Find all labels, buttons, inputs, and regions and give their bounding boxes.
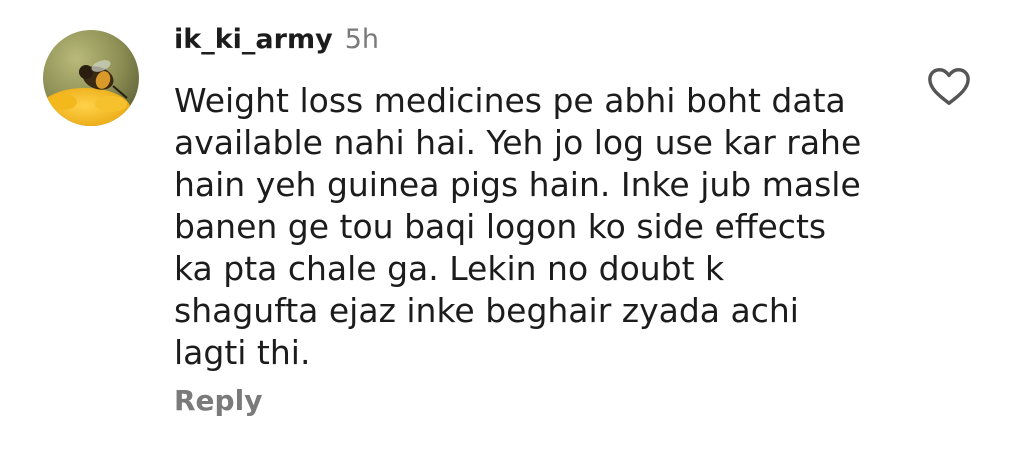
reply-button[interactable]: Reply xyxy=(174,384,262,417)
like-button[interactable] xyxy=(926,64,972,108)
avatar[interactable] xyxy=(43,30,139,126)
timestamp: 5h xyxy=(344,24,379,55)
heart-outline-icon xyxy=(928,68,970,105)
comment-header: ik_ki_army 5h xyxy=(174,24,379,64)
username[interactable]: ik_ki_army xyxy=(174,24,333,55)
bee-on-flower-avatar-image xyxy=(43,30,139,126)
comment-text: Weight loss medicines pe abhi boht data … xyxy=(174,81,862,372)
